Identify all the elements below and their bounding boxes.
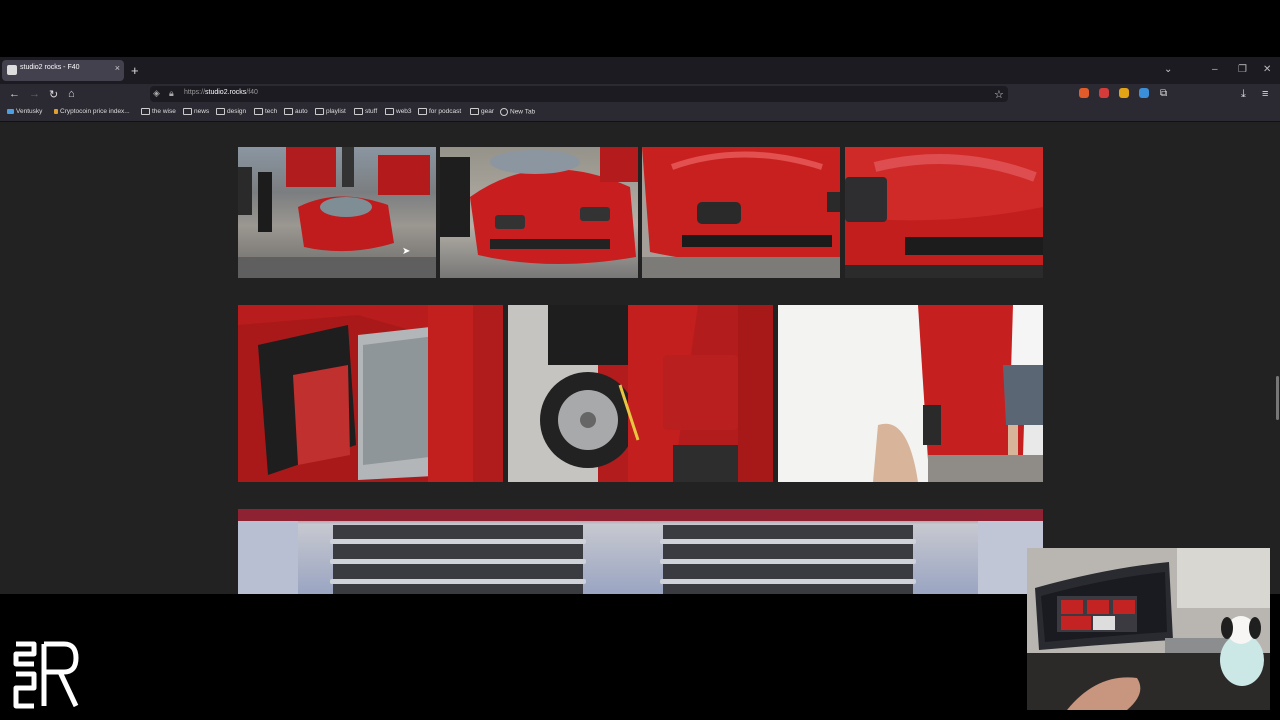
new-tab-button[interactable]: + — [131, 63, 139, 78]
back-icon[interactable]: ← — [9, 88, 20, 100]
f40-hood-front-image — [642, 147, 840, 278]
gallery-photo[interactable] — [440, 147, 638, 278]
bookmark-folder[interactable]: for podcast — [418, 108, 461, 115]
bookmark-folder[interactable]: design — [216, 108, 246, 115]
f40-front-left-image — [440, 147, 638, 265]
shield-icon[interactable]: ◈ — [153, 88, 160, 99]
bookmark-folder[interactable]: gear — [470, 108, 494, 115]
bookmark-folder[interactable]: web3 — [385, 108, 412, 115]
webcam-scene-image — [1027, 548, 1270, 710]
puzzle-icon[interactable]: ⧉ — [1160, 88, 1167, 99]
window-close-icon[interactable]: ✕ — [1263, 64, 1271, 75]
extension-icon[interactable] — [1079, 88, 1089, 98]
gallery-photo[interactable] — [642, 147, 840, 278]
minimize-icon[interactable]: – — [1212, 64, 1218, 75]
bookmark-star-icon[interactable]: ☆ — [994, 88, 1004, 101]
bookmark-folder[interactable]: auto — [284, 108, 308, 115]
f40-side-wheel-image — [508, 305, 773, 482]
extension-icon[interactable] — [1119, 88, 1129, 98]
url-text[interactable]: https://studio2.rocks/f40 — [184, 89, 258, 96]
tab-list-chevron-icon[interactable]: ⌄ — [1164, 64, 1172, 75]
page-scrollbar[interactable] — [1276, 376, 1279, 420]
hamburger-menu-icon[interactable]: ≡ — [1262, 88, 1268, 100]
extension-icon[interactable] — [1099, 88, 1109, 98]
lock-icon[interactable]: 🔒︎ — [169, 88, 174, 99]
address-bar[interactable] — [150, 86, 1008, 102]
tab-active[interactable]: studio2 rocks - F40 × — [2, 60, 124, 81]
gallery-photo[interactable] — [778, 305, 1043, 482]
bookmark-item[interactable]: Cryptocoin price index... — [54, 108, 130, 115]
gallery-photo[interactable] — [238, 147, 436, 278]
bookmark-folder[interactable]: the wise — [141, 108, 176, 115]
bookmark-folder[interactable]: tech — [254, 108, 277, 115]
f40-rear-louvres-image — [238, 509, 1043, 594]
gallery-photo[interactable] — [845, 147, 1043, 278]
page-content — [0, 122, 1280, 594]
f40-crowd-front-image — [238, 147, 436, 278]
f40-nose-closeup-image — [845, 147, 1043, 278]
bookmark-item[interactable]: Ventusky — [7, 108, 42, 115]
webcam-overlay — [1027, 548, 1270, 710]
bookmark-item[interactable]: New Tab — [500, 108, 535, 116]
bookmark-folder[interactable]: news — [183, 108, 209, 115]
tab-strip — [0, 57, 1280, 84]
tab-close-icon[interactable]: × — [115, 63, 120, 73]
gallery-photo[interactable] — [238, 305, 503, 482]
forward-icon[interactable]: → — [29, 88, 40, 100]
tab-favicon-icon — [7, 65, 17, 75]
restore-icon[interactable]: ❐ — [1238, 64, 1247, 75]
download-icon[interactable]: ⤓ — [1241, 88, 1246, 101]
s2r-logo — [13, 641, 79, 709]
home-icon[interactable]: ⌂ — [68, 88, 75, 100]
bookmark-folder[interactable]: playlist — [315, 108, 346, 115]
reload-icon[interactable]: ↻ — [49, 88, 58, 101]
mouse-cursor-icon: ➤ — [402, 246, 411, 257]
extension-icon[interactable] — [1139, 88, 1149, 98]
tab-title: studio2 rocks - F40 — [20, 64, 80, 71]
f40-door-interior-image — [238, 305, 503, 482]
gallery-photo[interactable] — [238, 509, 1043, 594]
bookmark-folder[interactable]: stuff — [354, 108, 377, 115]
f40-person-rear-image — [778, 305, 1043, 482]
gallery-photo[interactable] — [508, 305, 773, 482]
